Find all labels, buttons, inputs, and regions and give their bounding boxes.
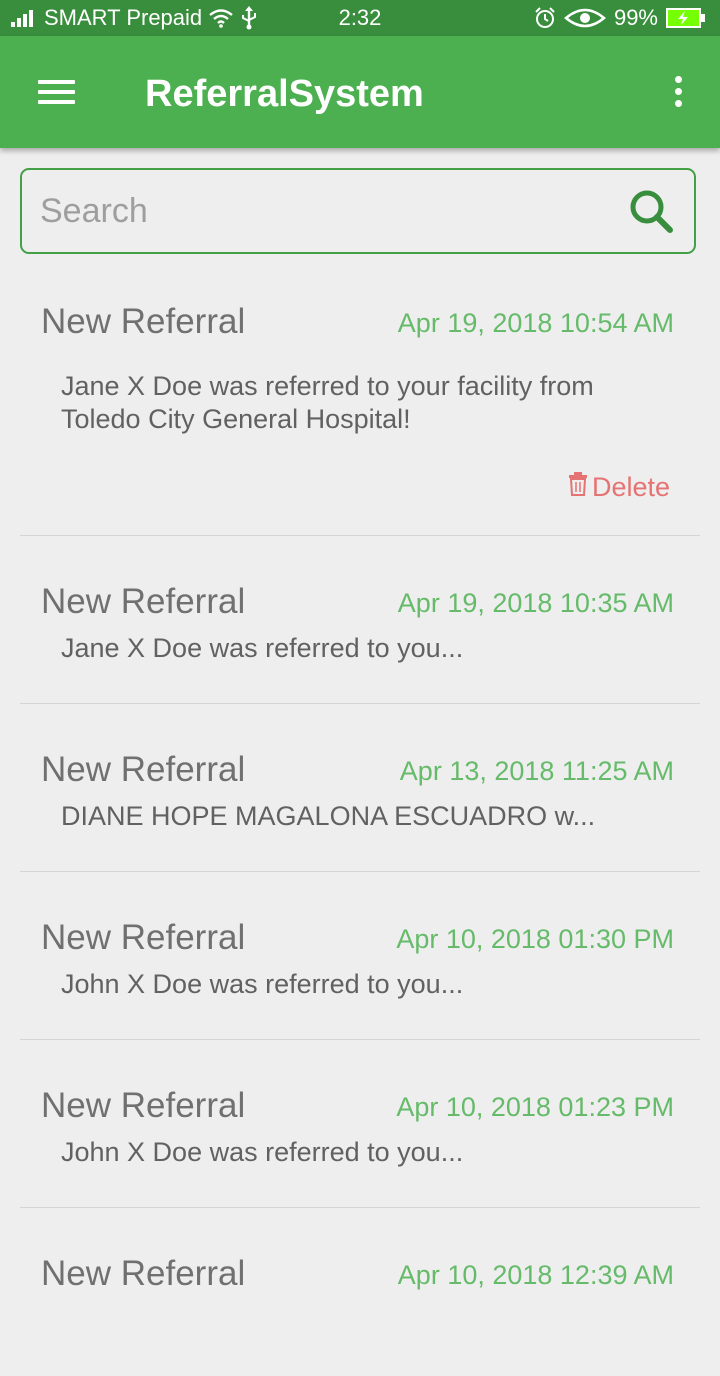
menu-icon-line <box>38 90 75 94</box>
item-title: New Referral <box>41 1254 246 1293</box>
trash-icon <box>568 470 588 504</box>
list-item[interactable]: New Referral Apr 19, 2018 10:35 AM Jane … <box>20 536 700 704</box>
more-vert-icon <box>675 76 682 83</box>
menu-icon-line <box>38 100 75 104</box>
item-title: New Referral <box>41 582 246 621</box>
app-bar: ReferralSystem <box>0 36 720 148</box>
item-message: Jane X Doe was referred to you... <box>61 633 464 663</box>
more-vert-dot <box>675 88 682 95</box>
list-item[interactable]: New Referral Apr 10, 2018 01:23 PM John … <box>20 1040 700 1208</box>
signal-icon <box>10 8 38 28</box>
delete-label: Delete <box>591 472 670 502</box>
usb-icon <box>240 6 258 30</box>
carrier-name: SMART Prepaid <box>44 5 203 30</box>
item-message: Jane X Doe was referred to your facility… <box>61 371 594 434</box>
list-item[interactable]: New Referral Apr 13, 2018 11:25 AM DIANE… <box>20 704 700 872</box>
alarm-icon <box>534 7 556 29</box>
referral-list: New Referral Apr 19, 2018 10:54 AM Jane … <box>20 256 700 1376</box>
item-message: DIANE HOPE MAGALONA ESCUADRO w... <box>61 801 596 831</box>
list-item[interactable]: New Referral Apr 19, 2018 10:54 AM Jane … <box>20 256 700 536</box>
item-title: New Referral <box>41 918 246 957</box>
item-title: New Referral <box>41 750 246 789</box>
status-left: SMART Prepaid <box>10 5 258 31</box>
status-bar: SMART Prepaid 2:32 99% <box>0 0 720 36</box>
eye-icon <box>564 7 606 29</box>
item-title: New Referral <box>41 1086 246 1125</box>
overflow-menu-button[interactable] <box>658 70 698 114</box>
item-title: New Referral <box>41 302 246 341</box>
battery-charging-icon <box>666 8 706 28</box>
list-item[interactable]: New Referral Apr 10, 2018 01:30 PM John … <box>20 872 700 1040</box>
app-title: ReferralSystem <box>145 73 424 115</box>
item-date: Apr 10, 2018 01:30 PM <box>396 924 674 954</box>
menu-icon <box>38 80 75 84</box>
item-date: Apr 19, 2018 10:54 AM <box>397 308 674 338</box>
item-message: John X Doe was referred to you... <box>61 1137 464 1167</box>
wifi-icon <box>208 8 234 28</box>
search-box <box>20 168 696 254</box>
list-item[interactable]: New Referral Apr 10, 2018 12:39 AM <box>20 1208 700 1376</box>
search-button[interactable] <box>628 188 676 236</box>
menu-button[interactable] <box>28 66 84 118</box>
search-icon <box>628 190 676 240</box>
item-date: Apr 10, 2018 01:23 PM <box>396 1092 674 1122</box>
item-date: Apr 13, 2018 11:25 AM <box>399 756 674 786</box>
status-right: 99% <box>534 5 706 31</box>
item-date: Apr 10, 2018 12:39 AM <box>397 1260 674 1290</box>
more-vert-dot <box>675 100 682 107</box>
delete-button[interactable]: Delete <box>568 470 670 504</box>
battery-percent: 99% <box>613 5 658 30</box>
item-message: John X Doe was referred to you... <box>61 969 464 999</box>
search-input[interactable] <box>40 184 600 238</box>
item-date: Apr 19, 2018 10:35 AM <box>397 588 674 618</box>
